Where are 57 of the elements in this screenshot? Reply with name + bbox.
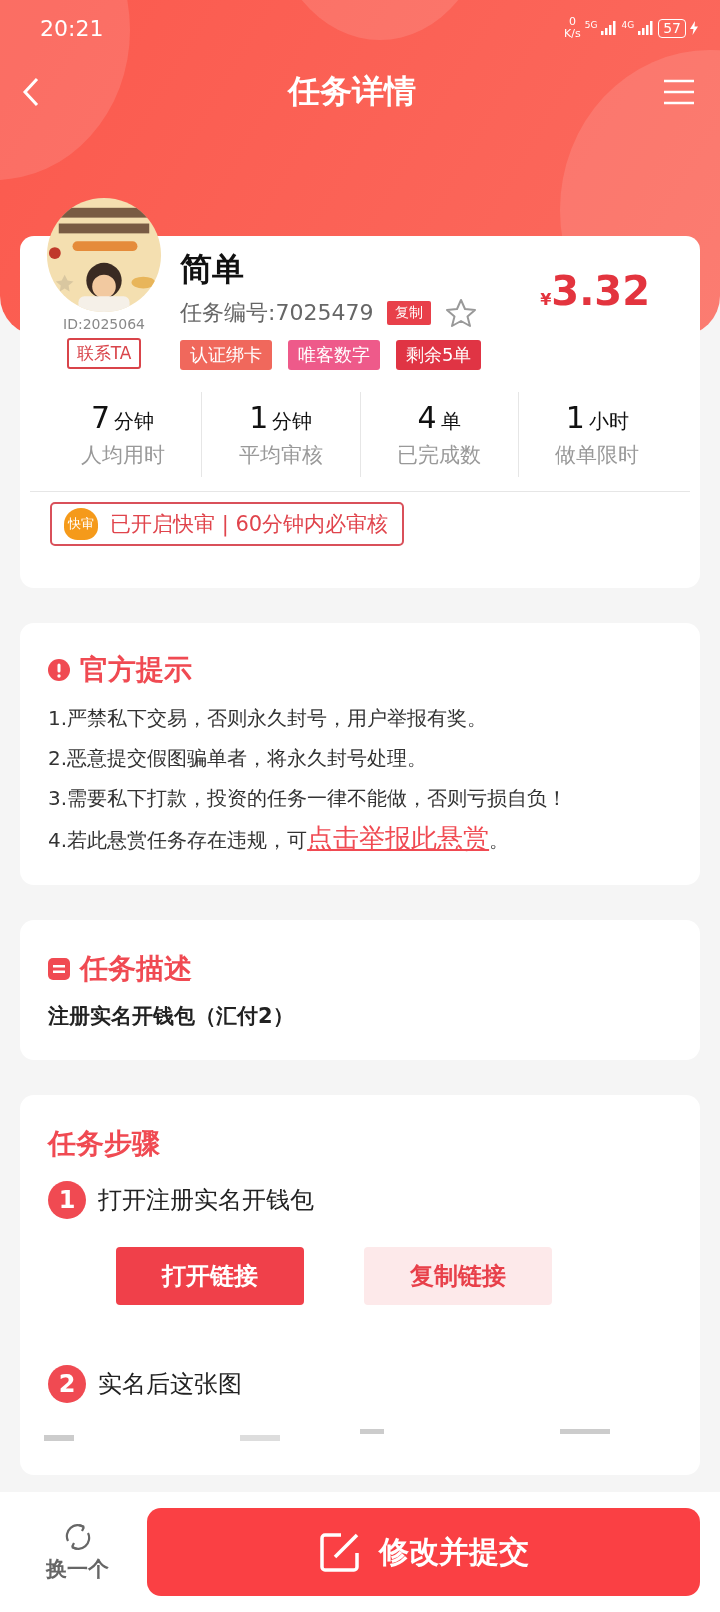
step-number: 2 <box>48 1365 86 1403</box>
contact-button[interactable]: 联系TA <box>66 338 142 369</box>
battery-indicator: 57 <box>658 18 686 38</box>
report-link[interactable]: 点击举报此悬赏 <box>307 823 490 853</box>
stat-value: 4 <box>417 400 437 435</box>
menu-icon[interactable] <box>664 79 694 105</box>
stat-value: 1 <box>565 400 585 435</box>
notice-text: 2.恶意提交假图骗单者，将永久封号处理。 <box>48 745 429 772</box>
fast-review-text: 已开启快审 | 60分钟内必审核 <box>110 511 389 538</box>
page-title: 任务详情 <box>288 71 416 112</box>
task-tag: 唯客数字 <box>288 340 380 370</box>
step-number: 1 <box>48 1181 86 1219</box>
alert-icon <box>48 659 70 681</box>
step-text: 打开注册实名开钱包 <box>98 1185 314 1216</box>
notice-text: 1.严禁私下交易，否则永久封号，用户举报有奖。 <box>48 705 489 732</box>
section-title: 任务步骤 <box>48 1126 161 1162</box>
signal-icon <box>638 21 655 35</box>
stat-unit: 分钟 <box>272 408 313 435</box>
user-id: ID:2025064 <box>63 316 145 332</box>
switch-button[interactable]: 换一个 <box>40 1520 115 1584</box>
star-icon[interactable] <box>445 298 478 328</box>
stat-value: 1 <box>249 400 269 435</box>
stat-unit: 小时 <box>588 408 629 435</box>
copy-button[interactable]: 复制 <box>387 301 432 325</box>
submit-button[interactable]: 修改并提交 <box>147 1508 700 1596</box>
description-text: 注册实名开钱包（汇付2） <box>48 1004 294 1028</box>
network-label: 5G <box>584 20 598 30</box>
edit-icon <box>318 1531 361 1573</box>
stat-label: 人均用时 <box>80 442 165 469</box>
section-title: 任务描述 <box>80 951 192 987</box>
step-text: 实名后这张图 <box>98 1369 242 1400</box>
copy-link-button[interactable]: 复制链接 <box>364 1247 552 1305</box>
task-number: 任务编号:7025479 <box>180 299 374 327</box>
task-tag: 剩余5单 <box>396 340 482 370</box>
stat-label: 做单限时 <box>555 442 640 469</box>
status-time: 20:21 <box>40 15 104 41</box>
net-unit: K/s <box>564 28 581 40</box>
document-icon <box>48 958 70 980</box>
stat-value: 7 <box>91 400 111 435</box>
currency-symbol: ¥ <box>540 290 552 309</box>
task-price: 3.32 <box>551 268 650 314</box>
open-link-button[interactable]: 打开链接 <box>116 1247 304 1305</box>
signal-icon <box>601 21 618 35</box>
stat-label: 平均审核 <box>238 442 323 469</box>
back-icon[interactable] <box>22 77 40 107</box>
network-label: 4G <box>621 20 635 30</box>
stat-unit: 单 <box>440 408 461 435</box>
fast-review-badge: 快审 <box>64 508 98 540</box>
stat-unit: 分钟 <box>114 408 155 435</box>
net-speed: 0 <box>568 16 576 28</box>
task-title: 简单 <box>180 249 245 290</box>
notice-text: 3.需要私下打款，投资的任务一律不能做，否则亏损自负！ <box>48 785 569 812</box>
charging-icon <box>690 21 698 35</box>
section-title: 官方提示 <box>80 652 192 688</box>
task-tag: 认证绑卡 <box>180 340 272 370</box>
notice-text: 4.若此悬赏任务存在违规，可点击举报此悬赏。 <box>48 823 511 855</box>
stat-label: 已完成数 <box>397 442 482 469</box>
